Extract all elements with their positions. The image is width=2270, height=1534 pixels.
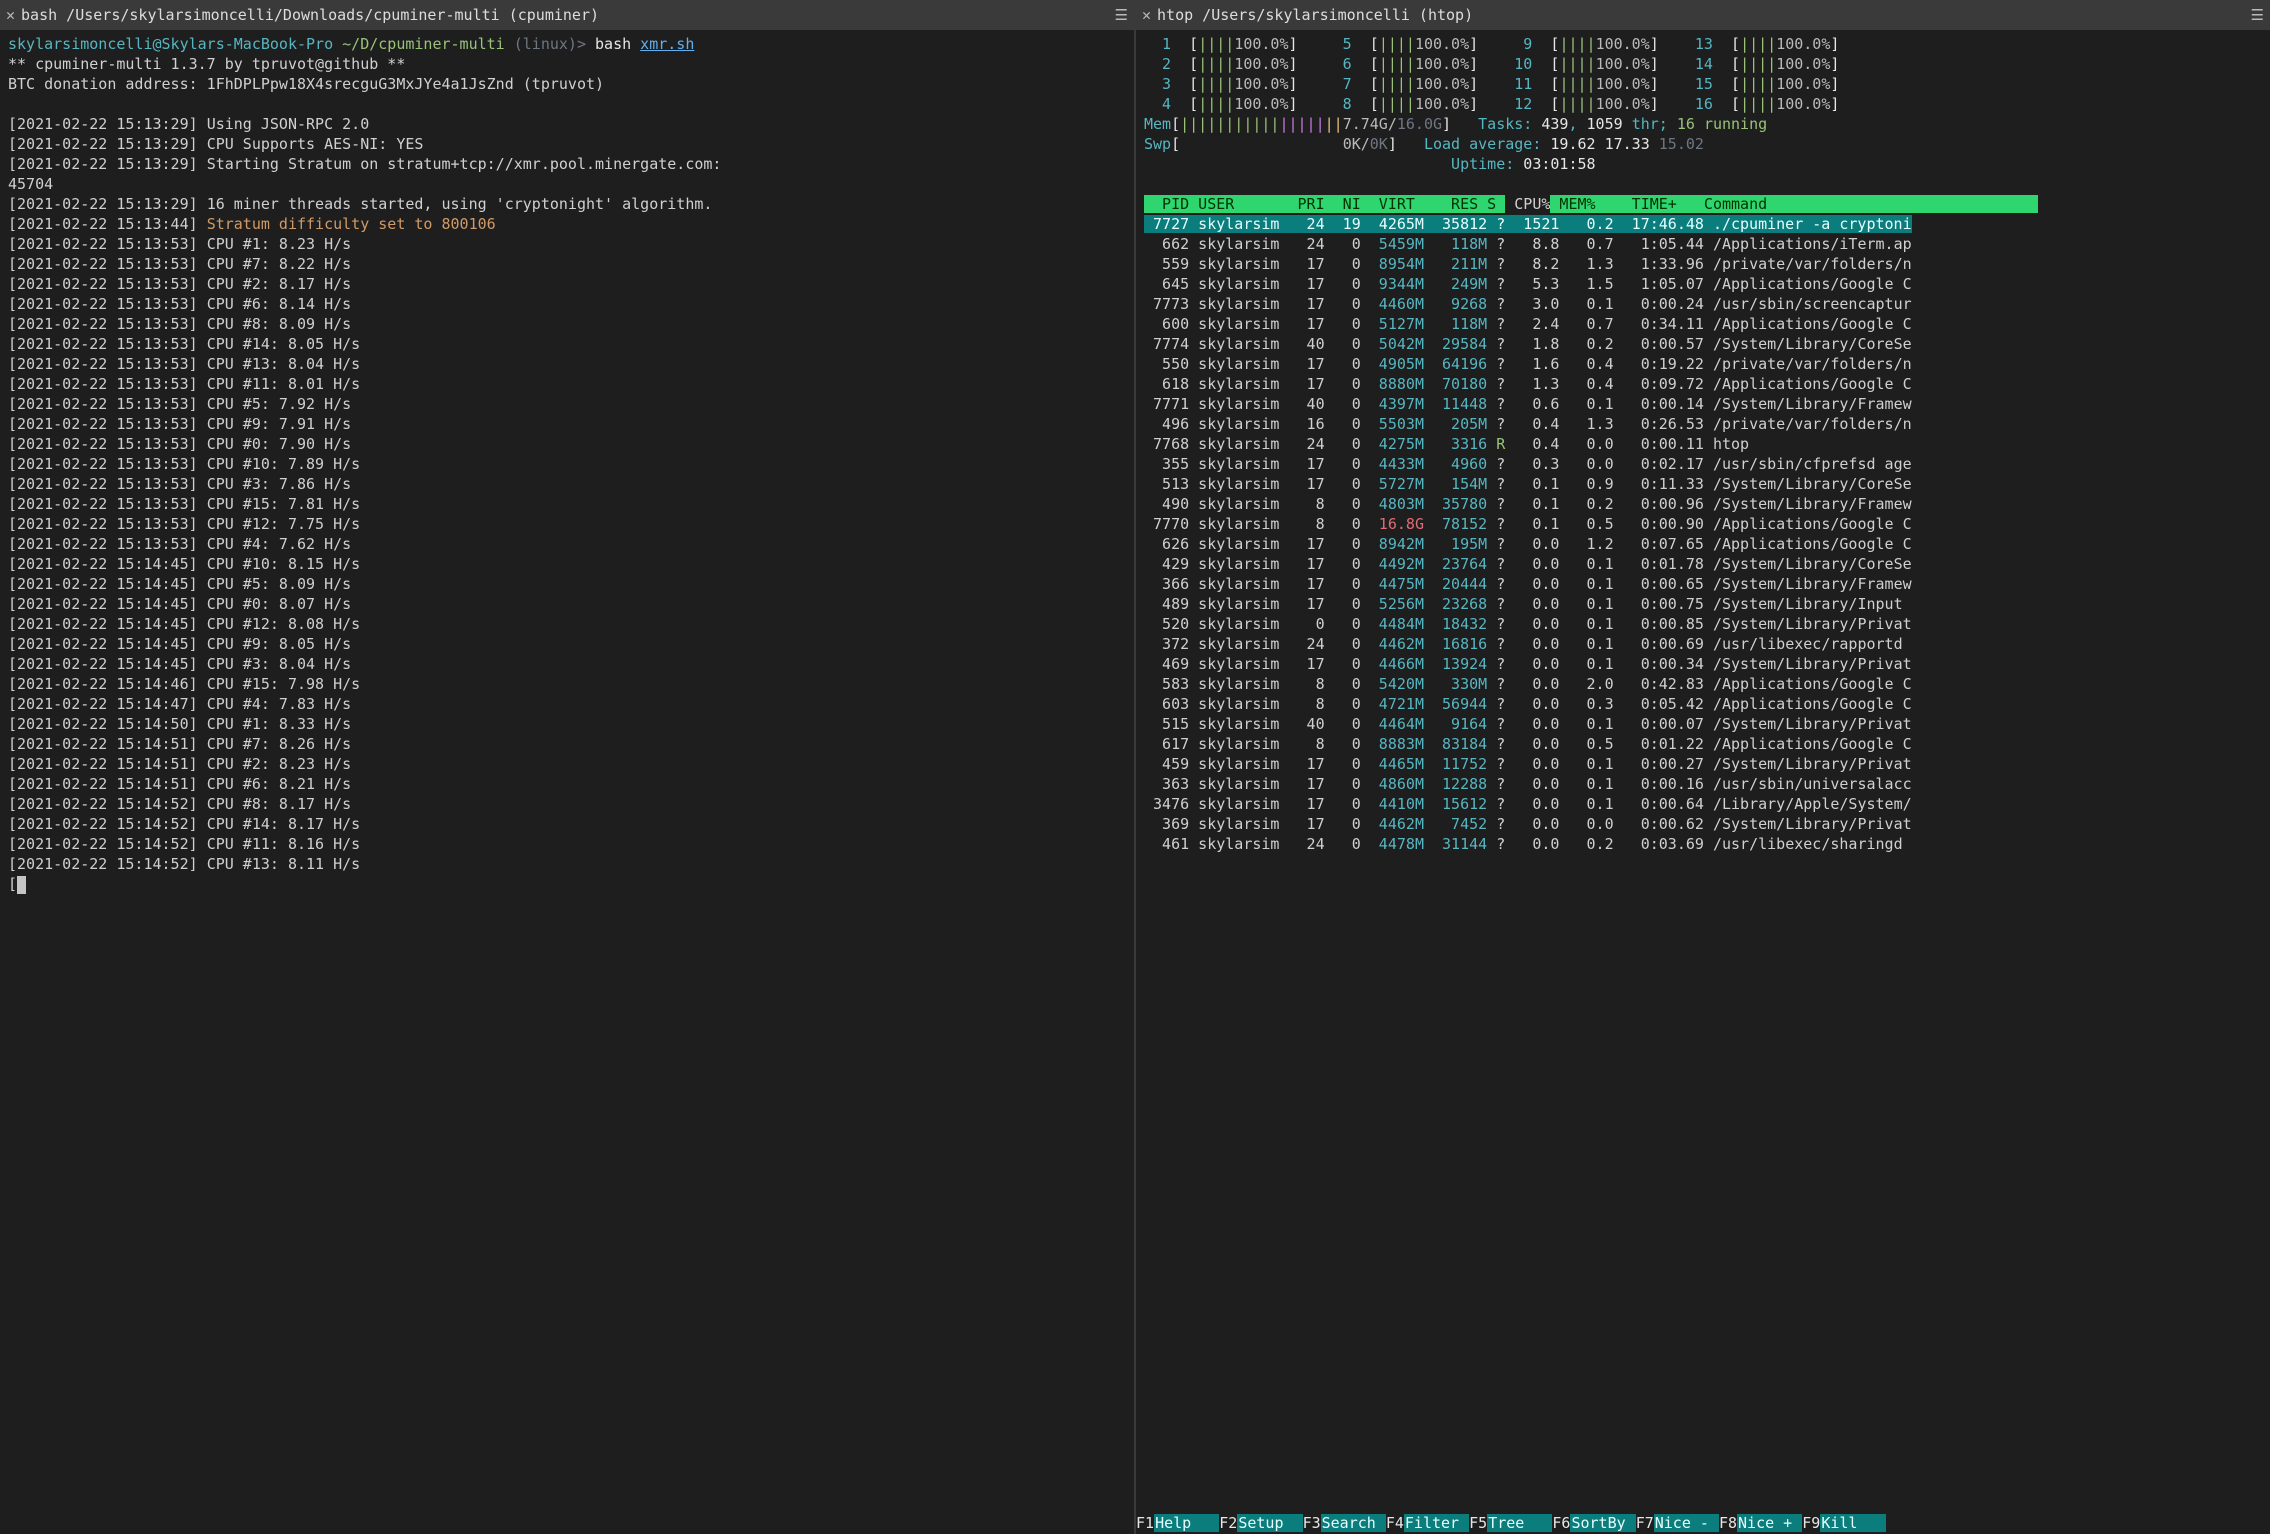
fkey-label[interactable]: Setup bbox=[1237, 1514, 1302, 1532]
fkey-f2[interactable]: F2 bbox=[1219, 1514, 1237, 1532]
fkey-label[interactable]: Kill bbox=[1820, 1514, 1885, 1532]
fkey-label[interactable]: Help bbox=[1154, 1514, 1219, 1532]
fkey-f7[interactable]: F7 bbox=[1636, 1514, 1654, 1532]
fkey-label[interactable]: Tree bbox=[1487, 1514, 1552, 1532]
fkey-f5[interactable]: F5 bbox=[1469, 1514, 1487, 1532]
close-icon[interactable]: ✕ bbox=[1142, 6, 1151, 24]
pane-menu-icon[interactable]: ☰ bbox=[2251, 6, 2264, 24]
right-terminal[interactable]: 1 [||||100.0%] 5 [||||100.0%] 9 [||||100… bbox=[1136, 30, 2270, 854]
fkey-f8[interactable]: F8 bbox=[1719, 1514, 1737, 1532]
fkey-label[interactable]: Filter bbox=[1404, 1514, 1469, 1532]
fkey-label[interactable]: Nice - bbox=[1654, 1514, 1719, 1532]
fkey-label[interactable]: Nice + bbox=[1737, 1514, 1802, 1532]
fkey-f3[interactable]: F3 bbox=[1303, 1514, 1321, 1532]
pane-menu-icon[interactable]: ☰ bbox=[1115, 6, 1128, 24]
right-tabbar: ✕ htop /Users/skylarsimoncelli (htop) ☰ bbox=[1136, 0, 2270, 30]
fkey-f6[interactable]: F6 bbox=[1552, 1514, 1570, 1532]
close-icon[interactable]: ✕ bbox=[6, 6, 15, 24]
left-tab-title[interactable]: bash /Users/skylarsimoncelli/Downloads/c… bbox=[21, 6, 599, 24]
left-pane: ✕ bash /Users/skylarsimoncelli/Downloads… bbox=[0, 0, 1136, 1534]
left-tabbar: ✕ bash /Users/skylarsimoncelli/Downloads… bbox=[0, 0, 1134, 30]
left-terminal[interactable]: skylarsimoncelli@Skylars-MacBook-Pro ~/D… bbox=[0, 30, 1134, 898]
fkey-label[interactable]: SortBy bbox=[1570, 1514, 1635, 1532]
right-tab-title[interactable]: htop /Users/skylarsimoncelli (htop) bbox=[1157, 6, 1473, 24]
right-pane: ✕ htop /Users/skylarsimoncelli (htop) ☰ … bbox=[1136, 0, 2270, 1534]
fkey-f1[interactable]: F1 bbox=[1136, 1514, 1154, 1532]
fkey-f4[interactable]: F4 bbox=[1386, 1514, 1404, 1532]
htop-function-bar: F1Help F2Setup F3Search F4Filter F5Tree … bbox=[1136, 1512, 2270, 1534]
fkey-f9[interactable]: F9 bbox=[1802, 1514, 1820, 1532]
fkey-label[interactable]: Search bbox=[1321, 1514, 1386, 1532]
